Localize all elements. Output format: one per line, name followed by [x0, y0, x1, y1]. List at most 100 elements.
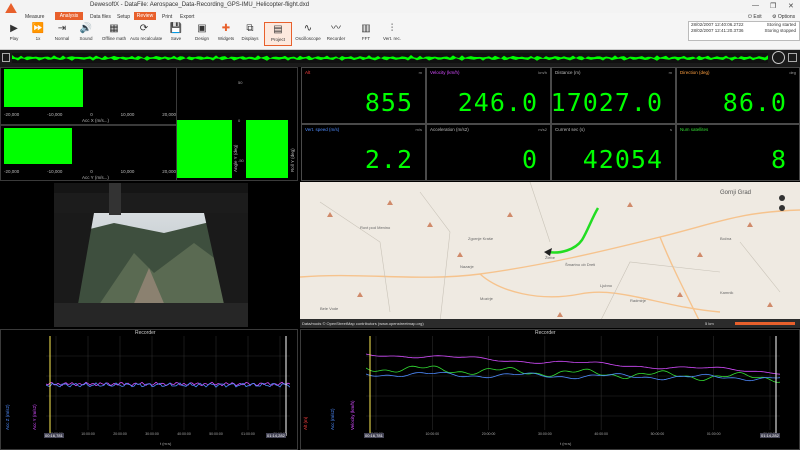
time-tick: 20:00:00 [482, 432, 496, 436]
clock-icon[interactable] [772, 51, 785, 64]
recorder-left-axis-label-2: Acc Y (m/s2) [32, 404, 37, 430]
histogram-y-ticks: -20,000 -10,000 0 10,000 20,000 [4, 169, 176, 174]
recorder-icon: 〰 [331, 23, 341, 34]
recorder-left-end[interactable]: 01:14,282 [266, 433, 286, 438]
overview-menu-icon[interactable] [2, 53, 10, 62]
histogram-x-axis-label: Acc X (m/s...) [82, 118, 109, 123]
tab-measure[interactable]: Measure [25, 14, 44, 20]
app-title: DewesoftX - DataFile: Aerospace_Data-Rec… [90, 2, 310, 8]
tab-analysis[interactable]: Analysis [55, 12, 83, 20]
meter-title: Current sec (s) [555, 127, 585, 132]
time-tick: 50:00:00 [209, 432, 223, 436]
minimize-button[interactable]: — [752, 2, 759, 9]
map-label: Žlebe [545, 255, 556, 260]
tab-data-files[interactable]: Data files [90, 14, 111, 20]
recorder-right-axis-label-3: Velocity (km/h) [350, 400, 355, 430]
overview-signal[interactable] [12, 53, 768, 63]
time-tick: 10:00:00 [425, 432, 439, 436]
vert-rec-button[interactable]: ⫶ Vert. rec. [378, 22, 406, 46]
map-scale-label: 5 km [705, 321, 714, 326]
maximize-button[interactable]: ❐ [770, 2, 776, 10]
map-label: Nazarje [460, 264, 475, 269]
recorder-series [366, 365, 780, 383]
map-label-gornji-grad: Gornji Grad [720, 190, 751, 196]
map-label: Kamnik [720, 290, 733, 295]
gps-map[interactable]: Gornji Grad Zgornje Kraše Žlebe Šmartno … [300, 182, 800, 328]
meter-title: Alt [305, 70, 311, 75]
digital-meter[interactable]: Num satellites 8 [676, 124, 800, 181]
time-tick: 30:00:00 [538, 432, 552, 436]
digital-meter[interactable]: Distance (m) m 17027.0 [551, 67, 676, 124]
vertical-bar-left [177, 120, 232, 178]
meter-title: Distance (m) [555, 70, 581, 75]
recorder-series [366, 353, 780, 375]
vbar-tick: 0 [238, 118, 241, 123]
map-attribution: Data/mods © OpenStreetMap contributors (… [302, 321, 424, 326]
auto-recalculate-button[interactable]: ⟳ Auto recalculate [130, 22, 162, 46]
vertical-recorder-icon: ⫶ [390, 23, 394, 34]
recorder-right-end[interactable]: 01:14,282 [760, 433, 780, 438]
vbar-tick: 50 [238, 80, 243, 85]
fft-icon: ▥ [361, 23, 371, 34]
project-icon: ▤ [273, 24, 283, 35]
overview-settings-icon[interactable] [788, 53, 797, 62]
meter-title: Num satellites [680, 127, 709, 132]
cockpit-video[interactable] [54, 183, 248, 327]
map-label: Šmartno ob Dreti [565, 262, 595, 267]
recorder-left-plot[interactable]: 00:00:0010:00:0020:00:0030:00:0040:00:00… [46, 336, 290, 436]
vbar-tick: -50 [238, 158, 244, 163]
digital-meters: Alt m 855 Velocity (km/h) km/h 246.0 Distanc… [301, 67, 800, 181]
displays-button[interactable]: ⧉ Displays [236, 22, 264, 46]
recorder-left-start[interactable]: 00:16,781 [44, 433, 64, 438]
exit-button[interactable]: ⏻ Exit [748, 14, 762, 20]
message-log: 28/02/2007 12:40:06.2722 Storing started… [688, 21, 800, 41]
map-label: Ljubno [600, 283, 613, 288]
map-scale-bar [735, 322, 795, 325]
map-label: Bočna [720, 236, 732, 241]
sound-button[interactable]: 🔊 Sound [72, 22, 100, 46]
histogram-bar-y [4, 128, 73, 164]
map-zoom-in-icon [779, 195, 785, 201]
vertical-bar-right-label: Roll Y (deg) [290, 148, 295, 172]
digital-meter[interactable]: Direction (deg) deg 86.0 [676, 67, 800, 124]
oscilloscope-icon: ∿ [303, 23, 313, 34]
recorder-left-axis-label: Acc Z (m/s2) [5, 404, 10, 431]
map-zoom-out-icon [779, 205, 785, 211]
map-label: Rovt pod Menino [360, 225, 391, 230]
histogram-x-ticks: -20,000 -10,000 0 10,000 20,000 [4, 112, 176, 117]
time-tick: 40:00:00 [177, 432, 191, 436]
log-entry: 28/02/2007 12:41:20.3736 Storing stopped [691, 28, 796, 33]
time-tick: 40:00:00 [594, 432, 608, 436]
save-button[interactable]: 💾 Save [162, 22, 190, 46]
tab-export[interactable]: Export [180, 14, 194, 20]
tab-setup[interactable]: Setup [117, 14, 130, 20]
recorder-right-start[interactable]: 00:16,781 [364, 433, 384, 438]
options-button[interactable]: ⚙ Options [772, 14, 795, 20]
fft-button[interactable]: ▥ FFT [352, 22, 380, 46]
meter-value: 17027.0 [550, 88, 663, 117]
meter-value: 2.2 [364, 145, 413, 174]
recorder-right-axis-label-2: Acc (m/s2) [330, 408, 335, 430]
map-label: Radmirje [630, 298, 647, 303]
meter-value: 0 [521, 145, 538, 174]
digital-meter[interactable]: Vert. speed (m/s) m/s 2.2 [301, 124, 426, 181]
time-tick: 20:00:00 [113, 432, 127, 436]
close-button[interactable]: ✕ [788, 2, 794, 10]
meter-title: Direction (deg) [680, 70, 710, 75]
digital-meter[interactable]: Alt m 855 [301, 67, 426, 124]
meter-value: 86.0 [722, 88, 787, 117]
displays-icon: ⧉ [246, 23, 254, 34]
offline-math-button[interactable]: ▦ Offline math [100, 22, 128, 46]
meter-value: 855 [364, 88, 413, 117]
oscilloscope-button[interactable]: ∿ Oscilloscope [294, 22, 322, 46]
recorder-right-plot[interactable]: 00:00:0010:00:0020:00:0030:00:0040:00:00… [366, 336, 780, 436]
tab-review[interactable]: Review [134, 12, 156, 20]
meter-title: Vert. speed (m/s) [305, 127, 340, 132]
digital-meter[interactable]: Velocity (km/h) km/h 246.0 [426, 67, 551, 124]
tab-print[interactable]: Print [162, 14, 172, 20]
digital-meter[interactable]: Current sec (s) s 42054 [551, 124, 676, 181]
digital-meter[interactable]: Acceleration (m/s2) m/s2 0 [426, 124, 551, 181]
project-button[interactable]: ▤ Project [264, 22, 292, 46]
recorder-button[interactable]: 〰 Recorder [322, 22, 350, 46]
time-tick: 50:00:00 [651, 432, 665, 436]
